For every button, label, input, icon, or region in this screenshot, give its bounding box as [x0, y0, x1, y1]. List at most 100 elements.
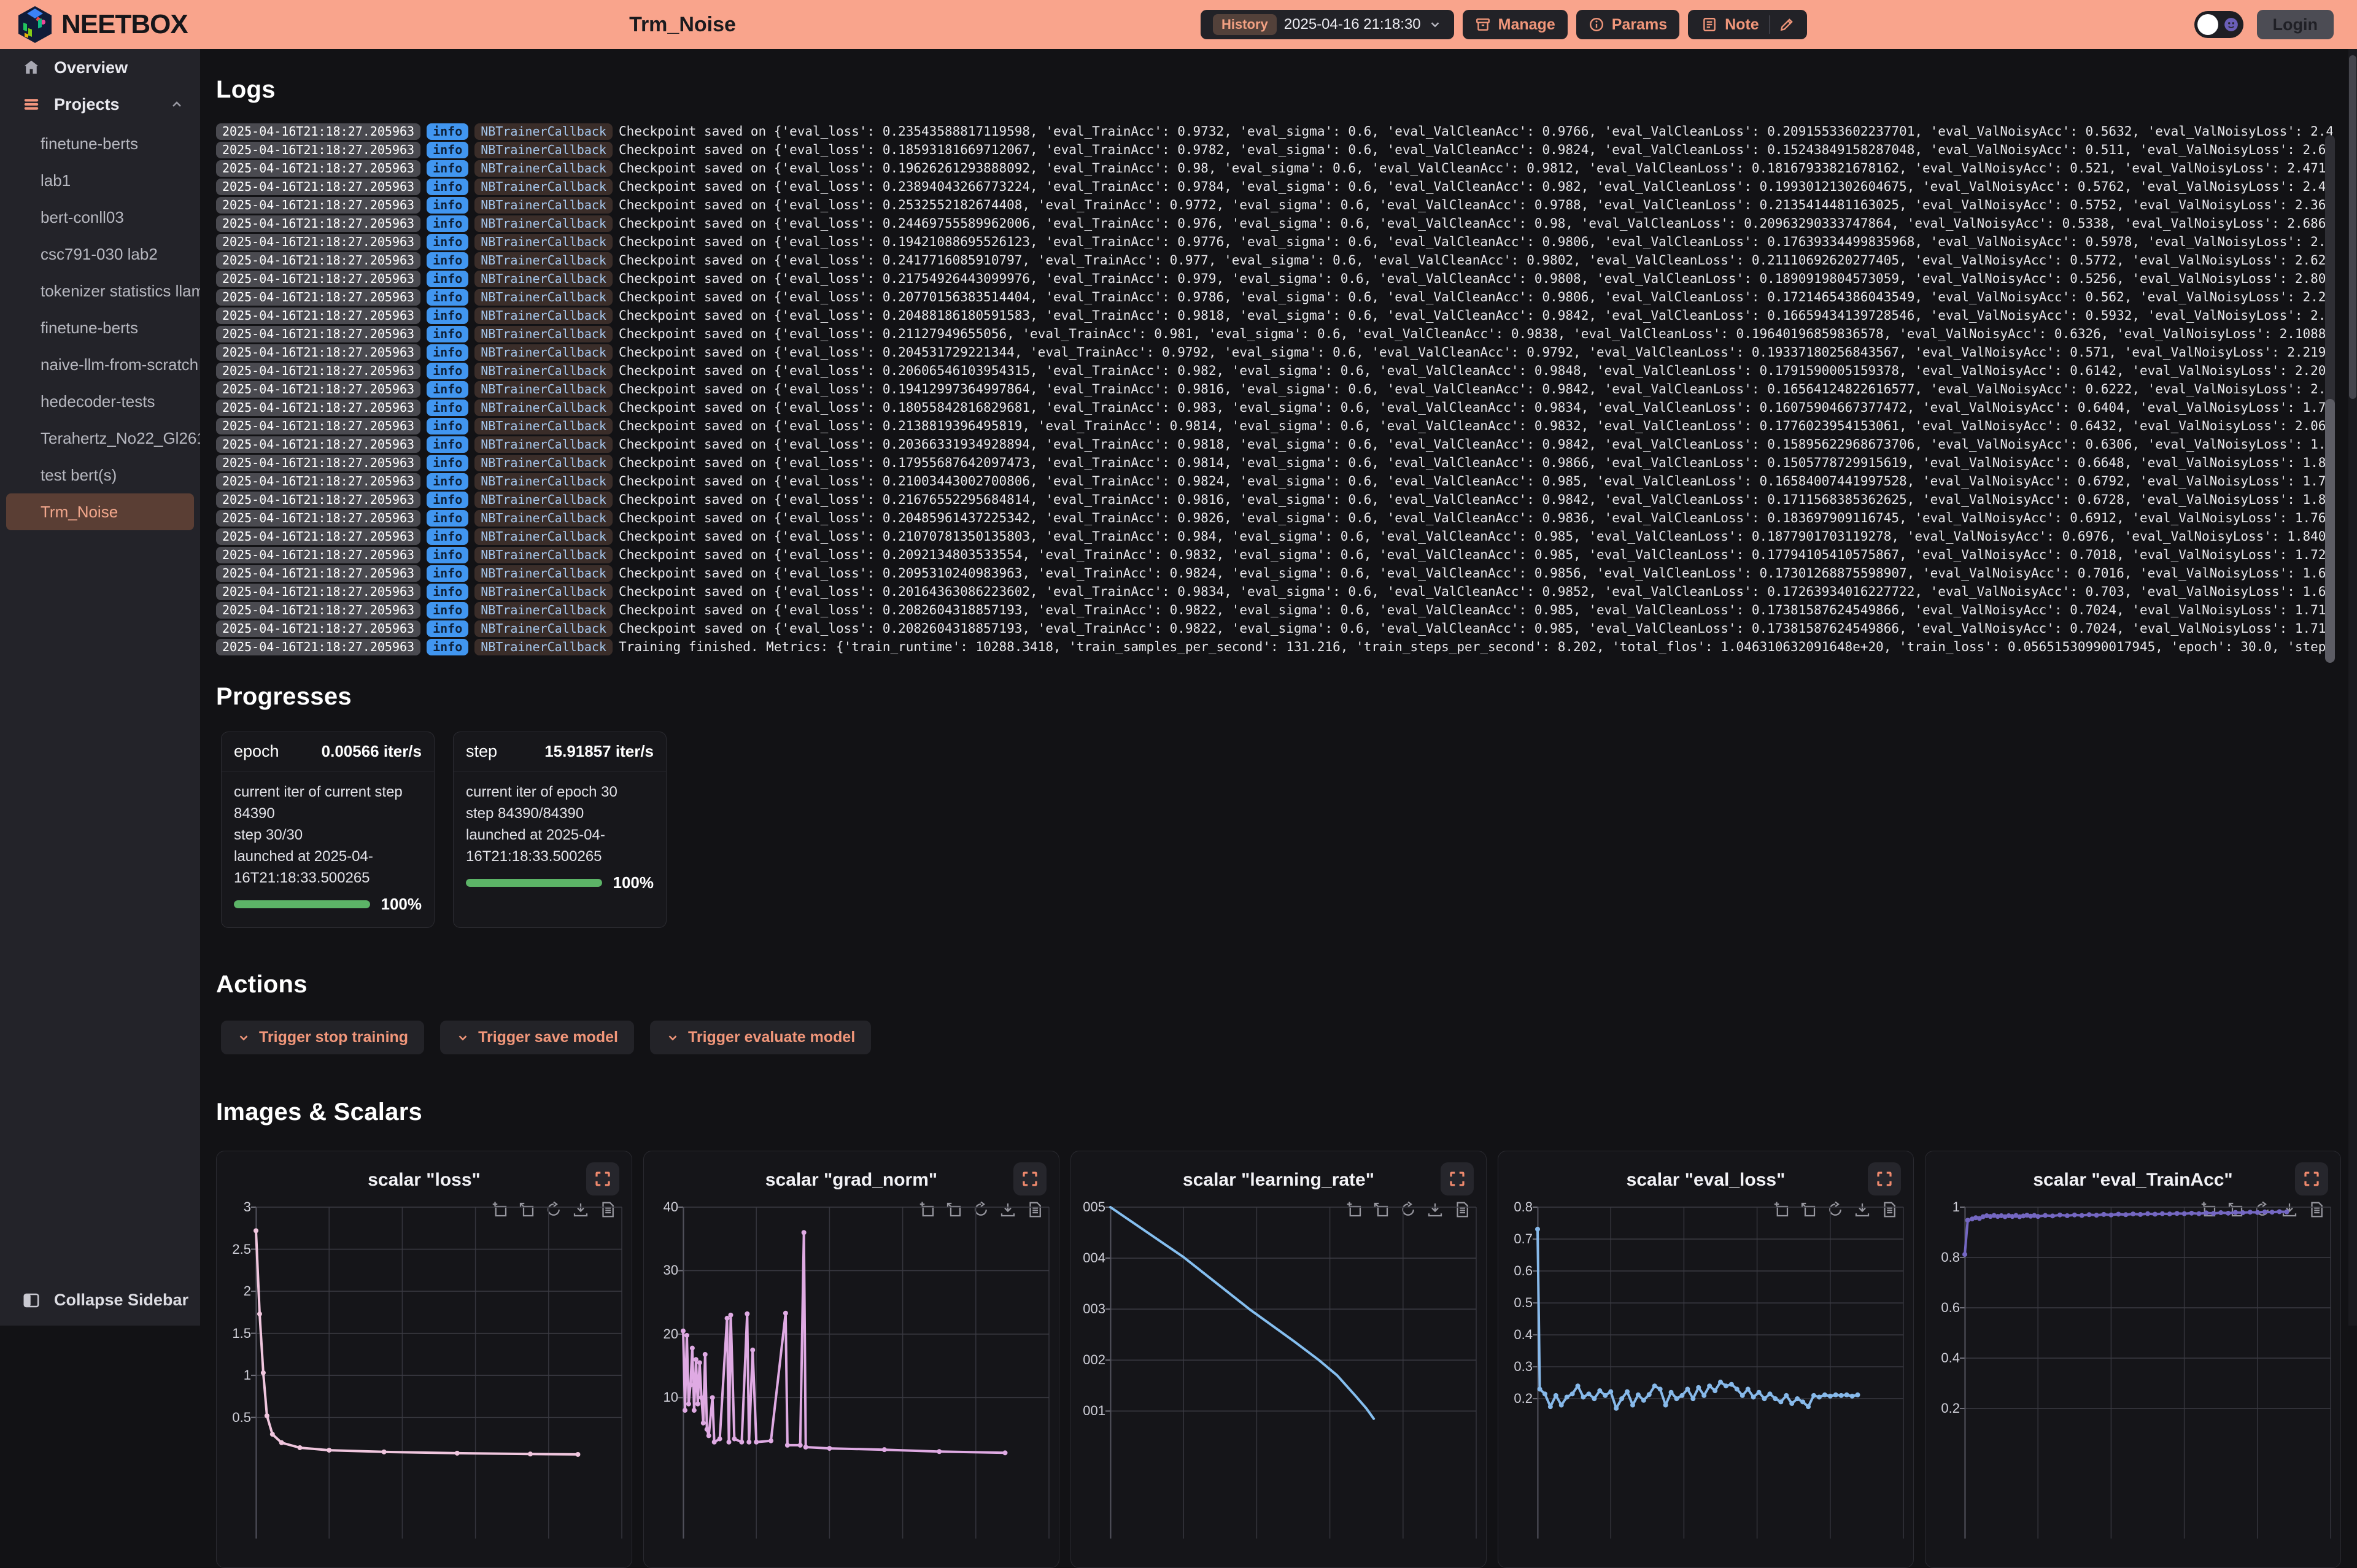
y-tick-label: 0.8 [1500, 1199, 1533, 1215]
params-button[interactable]: Params [1576, 10, 1679, 39]
log-timestamp-badge: 2025-04-16T21:18:27.205963 [216, 473, 420, 490]
log-message: Checkpoint saved on {'eval_loss': 0.2048… [619, 308, 2332, 323]
collapse-sidebar-button[interactable]: Collapse Sidebar [22, 1291, 188, 1310]
log-level-badge: info [427, 418, 468, 434]
expand-button[interactable] [2295, 1162, 2328, 1195]
main-content: Logs 2025-04-16T21:18:27.205963 info NBT… [200, 49, 2357, 1326]
app-header: NEETBOX Trm_Noise History 2025-04-16 21:… [0, 0, 2357, 49]
log-source-badge: NBTrainerCallback [474, 455, 613, 471]
log-row: 2025-04-16T21:18:27.205963 info NBTraine… [216, 638, 2332, 656]
expand-button[interactable] [586, 1162, 619, 1195]
info-icon [1589, 17, 1604, 33]
log-source-badge: NBTrainerCallback [474, 381, 613, 398]
log-timestamp-badge: 2025-04-16T21:18:27.205963 [216, 584, 420, 600]
sidebar-item-projects[interactable]: Projects [0, 86, 200, 123]
chart-plot[interactable] [683, 1207, 1049, 1539]
y-tick-label: 1 [218, 1367, 251, 1383]
chart-plot[interactable] [256, 1207, 622, 1539]
note-label: Note [1725, 16, 1759, 34]
log-message: Checkpoint saved on {'eval_loss': 0.2016… [619, 584, 2332, 599]
progress-line: current iter of current step 84390 [234, 781, 422, 824]
sidebar-item-project[interactable]: tokenizer statistics llama... [0, 272, 200, 309]
sidebar-item-project[interactable]: hedecoder-tests [0, 383, 200, 420]
logs-heading: Logs [216, 76, 2332, 104]
hamburger-icon [22, 95, 41, 114]
progress-line: current iter of epoch 30 [466, 781, 654, 803]
log-row: 2025-04-16T21:18:27.205963 info NBTraine… [216, 527, 2332, 546]
note-list-icon [1701, 17, 1717, 33]
log-scrollbar-thumb[interactable] [2325, 399, 2335, 663]
moon-face-icon [2223, 17, 2239, 33]
log-level-badge: info [427, 215, 468, 232]
progresses-heading: Progresses [216, 683, 2332, 711]
log-message: Checkpoint saved on {'eval_loss': 0.2060… [619, 363, 2332, 378]
log-level-badge: info [427, 455, 468, 471]
action-trigger-button[interactable]: Trigger stop training [221, 1021, 424, 1054]
log-level-badge: info [427, 528, 468, 545]
log-message: Checkpoint saved on {'eval_loss': 0.2095… [619, 566, 2332, 581]
log-scrollbar-track[interactable] [2325, 135, 2335, 660]
chart-plot[interactable] [1965, 1207, 2331, 1539]
log-source-badge: NBTrainerCallback [474, 602, 613, 619]
log-source-badge: NBTrainerCallback [474, 473, 613, 490]
log-timestamp-badge: 2025-04-16T21:18:27.205963 [216, 436, 420, 453]
log-source-badge: NBTrainerCallback [474, 234, 613, 250]
sidebar-item-project[interactable]: csc791-030 lab2 [0, 236, 200, 272]
page-scrollbar-thumb[interactable] [2349, 55, 2356, 399]
log-row: 2025-04-16T21:18:27.205963 info NBTraine… [216, 509, 2332, 527]
log-row: 2025-04-16T21:18:27.205963 info NBTraine… [216, 251, 2332, 269]
log-row: 2025-04-16T21:18:27.205963 info NBTraine… [216, 288, 2332, 306]
sidebar-item-overview[interactable]: Overview [0, 49, 200, 86]
progress-bar-track [234, 900, 370, 908]
login-button[interactable]: Login [2257, 10, 2334, 39]
sidebar-item-project[interactable]: bert-conll03 [0, 199, 200, 236]
sidebar-item-project[interactable]: lab1 [0, 162, 200, 199]
action-trigger-button[interactable]: Trigger evaluate model [650, 1021, 871, 1054]
sidebar-item-project[interactable]: naive-llm-from-scratch [0, 346, 200, 383]
expand-button[interactable] [1441, 1162, 1474, 1195]
progress-lines: current iter of current step 84390step 3… [234, 781, 422, 889]
theme-toggle[interactable] [2194, 11, 2243, 38]
expand-button[interactable] [1868, 1162, 1901, 1195]
chart-card: scalar "eval_TrainAcc" 10.80.60.40.2 [1925, 1151, 2341, 1568]
manage-button[interactable]: Manage [1463, 10, 1568, 39]
edit-pencil-button[interactable] [1770, 10, 1803, 39]
expand-button[interactable] [1013, 1162, 1047, 1195]
log-timestamp-badge: 2025-04-16T21:18:27.205963 [216, 307, 420, 324]
sidebar-item-project[interactable]: Terahertz_No22_Gl261_gl... [0, 420, 200, 457]
log-message: Checkpoint saved on {'eval_loss': 0.2167… [619, 492, 2332, 507]
log-level-badge: info [427, 123, 468, 140]
log-timestamp-badge: 2025-04-16T21:18:27.205963 [216, 252, 420, 269]
brand[interactable]: NEETBOX [18, 0, 188, 49]
y-tick-label: 2.5 [218, 1242, 251, 1257]
chart-plot[interactable] [1538, 1207, 1903, 1539]
log-level-badge: info [427, 363, 468, 379]
overview-label: Overview [54, 58, 128, 77]
sidebar-item-project[interactable]: Trm_Noise [6, 493, 194, 530]
manage-label: Manage [1498, 16, 1555, 34]
progress-line: launched at 2025-04-16T21:18:33.500265 [466, 824, 654, 867]
sidebar-item-project[interactable]: finetune-berts [0, 309, 200, 346]
chart-plot[interactable] [1110, 1207, 1476, 1539]
log-timestamp-badge: 2025-04-16T21:18:27.205963 [216, 381, 420, 398]
log-source-badge: NBTrainerCallback [474, 179, 613, 195]
page-title: Trm_Noise [560, 0, 805, 49]
sidebar-item-project[interactable]: finetune-berts [0, 125, 200, 162]
log-source-badge: NBTrainerCallback [474, 639, 613, 655]
history-select[interactable]: History 2025-04-16 21:18:30 [1201, 10, 1454, 39]
log-timestamp-badge: 2025-04-16T21:18:27.205963 [216, 602, 420, 619]
sidebar-item-project[interactable]: test bert(s) [0, 457, 200, 493]
progress-lines: current iter of epoch 30step 84390/84390… [466, 781, 654, 867]
progress-bar-track [466, 879, 602, 887]
y-tick-label: 002 [1072, 1352, 1105, 1368]
log-row: 2025-04-16T21:18:27.205963 info NBTraine… [216, 454, 2332, 472]
chevron-down-icon [456, 1031, 470, 1045]
log-row: 2025-04-16T21:18:27.205963 info NBTraine… [216, 159, 2332, 177]
log-level-badge: info [427, 547, 468, 563]
log-timestamp-badge: 2025-04-16T21:18:27.205963 [216, 215, 420, 232]
log-timestamp-badge: 2025-04-16T21:18:27.205963 [216, 289, 420, 306]
note-button[interactable]: Note [1692, 16, 1769, 34]
action-trigger-button[interactable]: Trigger save model [440, 1021, 634, 1054]
log-message: Checkpoint saved on {'eval_loss': 0.2175… [619, 271, 2332, 286]
page-scrollbar-track[interactable] [2348, 49, 2357, 1326]
